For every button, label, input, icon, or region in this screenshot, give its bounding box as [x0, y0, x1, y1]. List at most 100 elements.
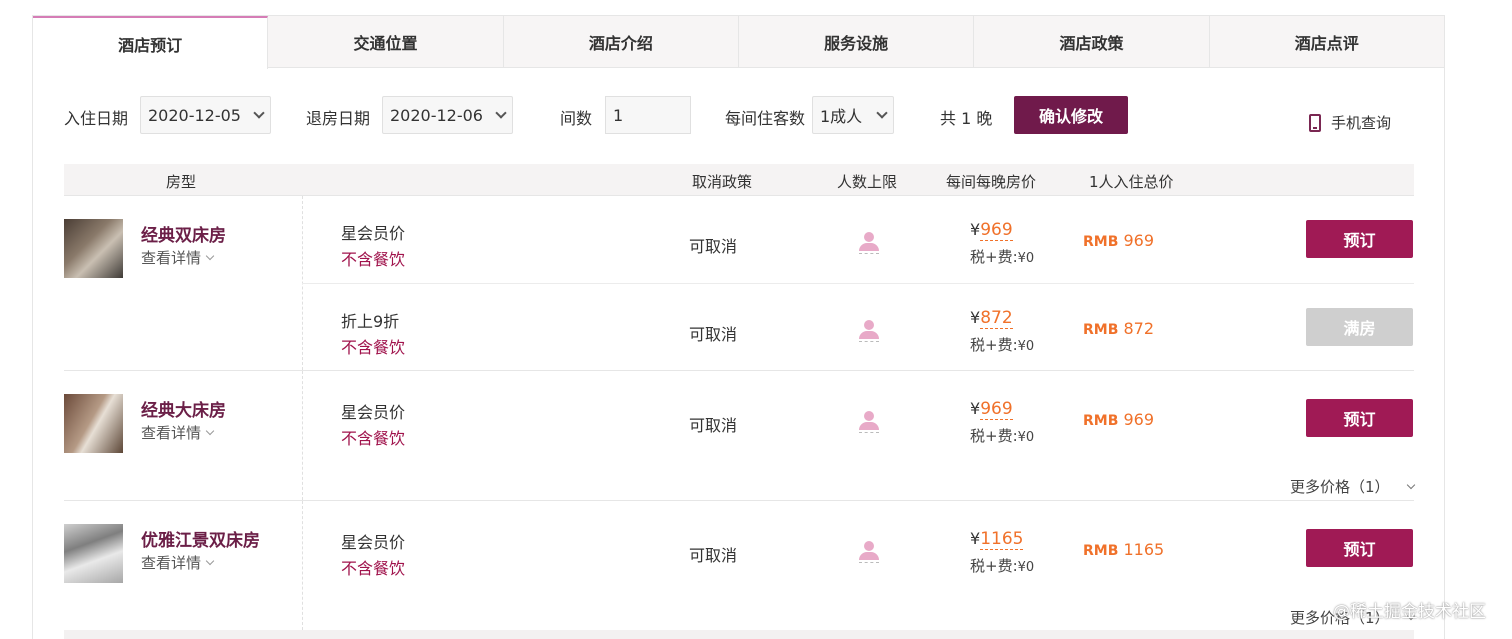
meal-info: 不含餐饮	[341, 250, 406, 269]
rate-name: 星会员价	[341, 224, 406, 243]
chevron-down-icon	[205, 426, 215, 435]
room-name[interactable]: 经典双床房	[141, 221, 226, 246]
header-max-people: 人数上限	[837, 173, 898, 191]
guests-select[interactable]: 1成人	[812, 96, 894, 134]
currency-symbol: ¥	[970, 308, 981, 327]
currency-symbol: ¥	[970, 220, 981, 239]
mobile-query-link[interactable]: 手机查询	[1309, 112, 1391, 133]
nightly-price[interactable]: ¥969	[970, 220, 1013, 241]
tax-fee: 税+费:¥0	[970, 555, 1034, 576]
checkout-date-value: 2020-12-06	[390, 105, 483, 125]
chevron-down-icon	[253, 107, 265, 119]
more-prices-toggle[interactable]: 更多价格（1）	[1290, 476, 1415, 497]
person-icon	[859, 411, 879, 433]
tax-label: 税+费:	[970, 248, 1018, 266]
room-group: 经典双床房 查看详情 星会员价 不含餐饮 可取消 ¥969 税+费:¥0 RMB…	[64, 196, 1414, 371]
more-prices-label: 更多价格（1）	[1290, 478, 1390, 496]
nightly-price[interactable]: ¥872	[970, 308, 1013, 329]
header-room-type: 房型	[166, 173, 197, 191]
tax-label: 税+费:	[970, 336, 1018, 354]
nightly-price[interactable]: ¥1165	[970, 529, 1024, 550]
rate-name: 星会员价	[341, 533, 406, 552]
currency-symbol: ¥	[970, 529, 981, 548]
book-button[interactable]: 预订	[1306, 529, 1413, 567]
view-details-label: 查看详情	[141, 249, 202, 267]
price-value: 872	[980, 308, 1013, 329]
room-thumbnail[interactable]	[64, 394, 123, 453]
table-header: 房型 取消政策 人数上限 每间每晚房价 1人入住总价	[64, 164, 1414, 196]
guests-value: 1成人	[820, 107, 863, 126]
room-group: 优雅江景双床房 查看详情 星会员价 不含餐饮 可取消 ¥1165 税+费:¥0 …	[64, 501, 1415, 630]
tab-facilities[interactable]: 服务设施	[739, 16, 975, 68]
full-room-button[interactable]: 满房	[1306, 308, 1413, 346]
tab-hotel-intro[interactable]: 酒店介绍	[504, 16, 739, 68]
tax-value: ¥0	[1017, 430, 1035, 445]
person-icon	[859, 320, 879, 342]
header-nightly-price: 每间每晚房价	[946, 173, 1037, 191]
cancel-policy: 可取消	[689, 416, 738, 435]
price-value: 969	[980, 399, 1013, 420]
rooms-input[interactable]	[605, 96, 691, 134]
confirm-button[interactable]: 确认修改	[1014, 96, 1128, 134]
person-icon	[859, 541, 879, 563]
tax-fee: 税+费:¥0	[970, 425, 1034, 446]
total-price: RMB 969	[1083, 410, 1154, 429]
total-price: RMB 1165	[1083, 540, 1164, 559]
total-value: 1165	[1123, 540, 1165, 559]
meal-info: 不含餐饮	[341, 559, 406, 578]
tax-value: ¥0	[1017, 251, 1035, 266]
tax-value: ¥0	[1017, 339, 1035, 354]
checkin-date-select[interactable]: 2020-12-05	[140, 96, 271, 134]
total-value: 969	[1123, 410, 1155, 429]
total-price: RMB 969	[1083, 231, 1154, 250]
rate-row: 星会员价 不含餐饮 可取消 ¥969 税+费:¥0 RMB 969 预订	[302, 375, 1414, 462]
chevron-down-icon	[1406, 480, 1415, 489]
total-price: RMB 872	[1083, 319, 1154, 338]
search-bar: 入住日期 2020-12-05 退房日期 2020-12-06 间数 每间住客数…	[33, 68, 1444, 164]
cancel-policy: 可取消	[689, 325, 738, 344]
total-currency: RMB	[1083, 413, 1119, 429]
rate-name: 折上9折	[341, 312, 400, 331]
room-group: 经典大床房 查看详情 星会员价 不含餐饮 可取消 ¥969 税+费:¥0 RMB…	[64, 371, 1415, 501]
checkout-date-select[interactable]: 2020-12-06	[382, 96, 513, 134]
book-button[interactable]: 预订	[1306, 220, 1413, 258]
view-details-link[interactable]: 查看详情	[141, 247, 215, 268]
guests-label: 每间住客数	[725, 109, 806, 128]
tab-hotel-policy[interactable]: 酒店政策	[974, 16, 1210, 68]
table-footer-strip	[64, 630, 1414, 639]
total-currency: RMB	[1083, 322, 1119, 338]
tab-hotel-booking[interactable]: 酒店预订	[33, 16, 269, 69]
view-details-link[interactable]: 查看详情	[141, 552, 215, 573]
room-thumbnail[interactable]	[64, 219, 123, 278]
person-icon	[859, 232, 879, 254]
rate-row: 折上9折 不含餐饮 可取消 ¥872 税+费:¥0 RMB 872 满房	[302, 283, 1414, 370]
view-details-label: 查看详情	[141, 554, 202, 572]
chevron-down-icon	[876, 107, 888, 119]
header-total-price: 1人入住总价	[1089, 173, 1174, 191]
tab-bar: 酒店预订 交通位置 酒店介绍 服务设施 酒店政策 酒店点评	[33, 16, 1444, 69]
nightly-price[interactable]: ¥969	[970, 399, 1013, 420]
header-cancel-policy: 取消政策	[692, 173, 753, 191]
tax-value: ¥0	[1017, 560, 1035, 575]
total-currency: RMB	[1083, 543, 1119, 559]
cancel-policy: 可取消	[689, 237, 738, 256]
checkin-label: 入住日期	[64, 109, 129, 128]
currency-symbol: ¥	[970, 399, 981, 418]
rate-name: 星会员价	[341, 403, 406, 422]
mobile-query-label: 手机查询	[1331, 114, 1392, 132]
total-currency: RMB	[1083, 234, 1119, 250]
tab-transport-location[interactable]: 交通位置	[268, 16, 504, 68]
chevron-down-icon	[495, 107, 507, 119]
chevron-down-icon	[205, 556, 215, 565]
tab-hotel-reviews[interactable]: 酒店点评	[1210, 16, 1444, 68]
book-button[interactable]: 预订	[1306, 399, 1413, 437]
rate-row: 星会员价 不含餐饮 可取消 ¥969 税+费:¥0 RMB 969 预订	[302, 196, 1414, 283]
room-thumbnail[interactable]	[64, 524, 123, 583]
room-name[interactable]: 经典大床房	[141, 396, 226, 421]
meal-info: 不含餐饮	[341, 338, 406, 357]
room-name[interactable]: 优雅江景双床房	[141, 526, 260, 551]
chevron-down-icon	[205, 251, 215, 260]
checkout-label: 退房日期	[306, 109, 371, 128]
tax-label: 税+费:	[970, 427, 1018, 445]
view-details-link[interactable]: 查看详情	[141, 422, 215, 443]
